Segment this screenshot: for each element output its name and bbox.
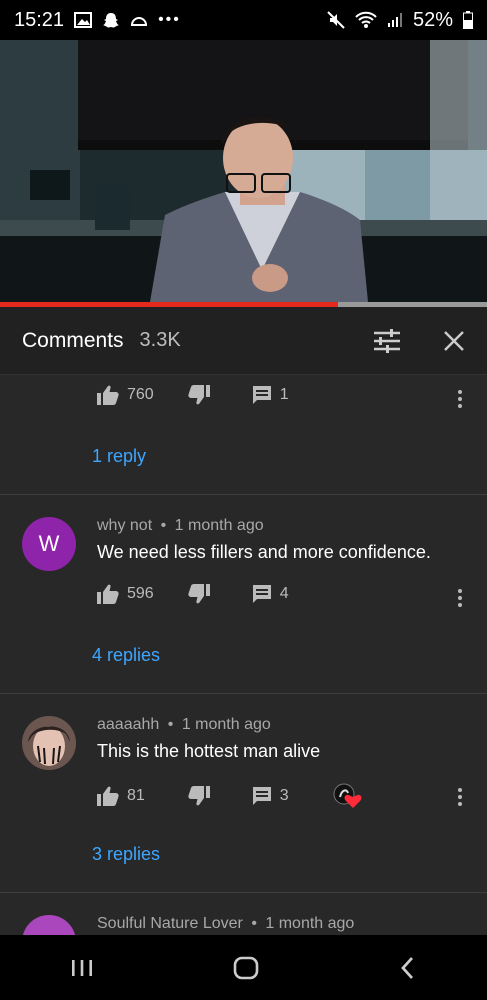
dislike-button[interactable] — [188, 385, 210, 405]
avatar-photo — [22, 716, 76, 770]
avatar-letter: W — [38, 531, 60, 556]
comment-divider — [0, 892, 487, 893]
like-count: 760 — [127, 386, 154, 403]
view-replies-link[interactable]: 4 replies — [92, 645, 160, 666]
comments-header: Comments 3.3K — [0, 307, 487, 375]
comments-count: 3.3K — [139, 329, 181, 351]
view-replies-link[interactable]: 1 reply — [92, 446, 146, 467]
like-button[interactable]: 760 — [97, 385, 154, 405]
comment-actions: 81 3 — [97, 783, 363, 809]
creator-heart-icon — [333, 783, 362, 808]
meta-separator: • — [251, 915, 257, 932]
more-options-icon[interactable] — [458, 589, 462, 607]
battery-percent: 52% — [412, 8, 453, 31]
comment-meta: aaaaahh • 1 month ago — [97, 716, 271, 734]
comment-meta: Soulful Nature Lover • 1 month ago — [97, 915, 354, 933]
avatar[interactable]: W — [22, 517, 76, 571]
avatar[interactable] — [22, 915, 76, 935]
comments-list[interactable]: 760 1 1 reply W why not • 1 month ago We… — [0, 375, 487, 935]
video-frame — [0, 40, 487, 302]
view-replies-link[interactable]: 3 replies — [92, 844, 160, 865]
more-notifications-icon: ••• — [158, 11, 181, 28]
thumbs-up-icon — [97, 786, 119, 806]
avatar[interactable] — [22, 716, 76, 770]
clock: 15:21 — [14, 8, 65, 31]
like-button[interactable]: 81 — [97, 786, 145, 806]
comment-text: This is the hottest man alive — [97, 741, 321, 761]
dislike-button[interactable] — [188, 584, 210, 604]
status-bar: 15:21 ••• 52% — [0, 0, 487, 40]
comment-age: 1 month ago — [265, 915, 355, 932]
recent-apps-icon[interactable] — [70, 958, 94, 978]
battery-icon — [463, 11, 473, 29]
comment-actions: 760 1 — [97, 385, 289, 405]
comment-age: 1 month ago — [174, 517, 264, 534]
back-icon[interactable] — [399, 956, 417, 980]
comment-actions: 596 4 — [97, 584, 289, 604]
more-options-icon[interactable] — [458, 788, 462, 806]
meta-separator: • — [160, 517, 167, 534]
like-count: 81 — [127, 787, 145, 804]
thumbs-up-icon — [97, 385, 119, 405]
thumbs-down-icon — [188, 385, 210, 405]
mute-icon — [327, 11, 345, 29]
comment-author[interactable]: why not — [97, 517, 152, 534]
comment-text: We need less fillers and more confidence… — [97, 542, 431, 562]
comment-bubble-icon — [252, 585, 271, 603]
like-button[interactable]: 596 — [97, 584, 154, 604]
dislike-button[interactable] — [188, 786, 210, 806]
reply-count: 1 — [279, 386, 289, 403]
home-icon[interactable] — [233, 956, 259, 980]
like-count: 596 — [127, 585, 154, 602]
comment-author[interactable]: aaaaahh — [97, 716, 159, 733]
wifi-icon — [355, 11, 377, 28]
creator-heart-badge — [333, 783, 363, 809]
thumbs-down-icon — [188, 584, 210, 604]
reply-button[interactable]: 4 — [252, 584, 289, 604]
system-nav-bar — [0, 935, 487, 1000]
close-icon[interactable] — [443, 330, 465, 352]
signal-icon — [387, 13, 402, 27]
comment-divider — [0, 693, 487, 694]
comments-title: Comments — [22, 328, 124, 352]
comment-meta: why not • 1 month ago — [97, 517, 264, 535]
comment-bubble-icon — [252, 787, 271, 805]
sort-filter-icon[interactable] — [373, 328, 401, 353]
video-player[interactable] — [0, 40, 487, 302]
snapchat-icon — [103, 13, 120, 28]
reply-count: 4 — [279, 585, 289, 602]
meta-separator: • — [167, 716, 174, 733]
more-options-icon[interactable] — [458, 390, 462, 408]
comment-divider — [0, 494, 487, 495]
comment-bubble-icon — [252, 386, 271, 404]
reply-button[interactable]: 1 — [252, 385, 289, 405]
thumbs-down-icon — [188, 786, 210, 806]
thumbs-up-icon — [97, 584, 119, 604]
reply-count: 3 — [279, 787, 289, 804]
gallery-icon — [74, 12, 93, 28]
comment-age: 1 month ago — [181, 716, 271, 733]
reply-button[interactable]: 3 — [252, 786, 289, 806]
comment-author[interactable]: Soulful Nature Lover — [97, 915, 243, 932]
cloud-icon — [131, 17, 148, 26]
